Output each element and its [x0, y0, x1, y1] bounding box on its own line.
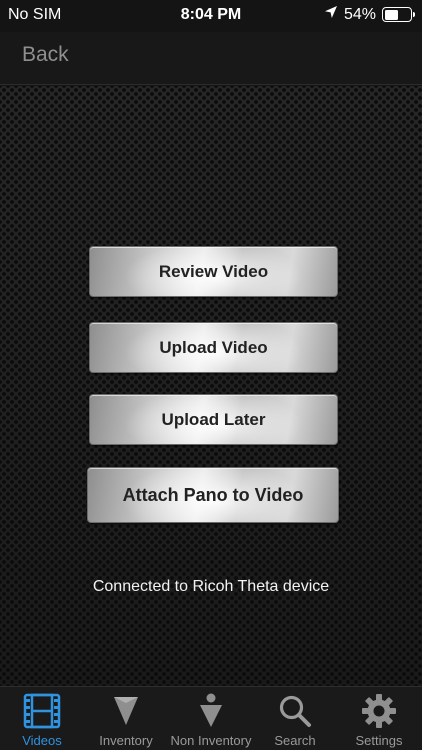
- navigation-bar: Back: [0, 32, 422, 85]
- review-video-button[interactable]: Review Video: [89, 246, 338, 297]
- non-inventory-icon: [197, 691, 225, 731]
- tab-label-non-inventory: Non Inventory: [170, 733, 252, 748]
- app-screen: No SIM 8:04 PM 54% Back Review Video Upl…: [0, 0, 422, 750]
- tab-label-videos: Videos: [22, 733, 62, 748]
- tab-settings[interactable]: Settings: [337, 687, 421, 750]
- location-arrow-icon: [324, 5, 338, 24]
- main-content: Review Video Upload Video Upload Later A…: [0, 86, 422, 686]
- status-right-group: 54%: [324, 5, 415, 24]
- back-button[interactable]: Back: [22, 43, 69, 67]
- status-bar: No SIM 8:04 PM 54%: [0, 0, 422, 32]
- connection-status-text: Connected to Ricoh Theta device: [92, 578, 330, 595]
- upload-later-button[interactable]: Upload Later: [89, 394, 338, 445]
- search-icon: [278, 691, 312, 731]
- tab-label-settings: Settings: [355, 733, 403, 748]
- tab-label-inventory: Inventory: [99, 733, 153, 748]
- battery-icon: [382, 7, 415, 22]
- tab-label-search: Search: [274, 733, 316, 748]
- tab-inventory[interactable]: Inventory: [84, 687, 168, 750]
- inventory-icon: [111, 691, 141, 731]
- tab-videos[interactable]: Videos: [0, 687, 84, 750]
- film-icon: [23, 691, 61, 731]
- tab-bar: Videos Inventory Non Inventory Search Se…: [0, 686, 422, 750]
- tab-non-inventory[interactable]: Non Inventory: [169, 687, 253, 750]
- tab-search[interactable]: Search: [253, 687, 337, 750]
- gear-icon: [361, 691, 397, 731]
- battery-level-fill: [384, 9, 398, 20]
- upload-video-button[interactable]: Upload Video: [89, 322, 338, 373]
- battery-percent: 54%: [343, 5, 376, 23]
- attach-pano-button[interactable]: Attach Pano to Video: [87, 467, 339, 523]
